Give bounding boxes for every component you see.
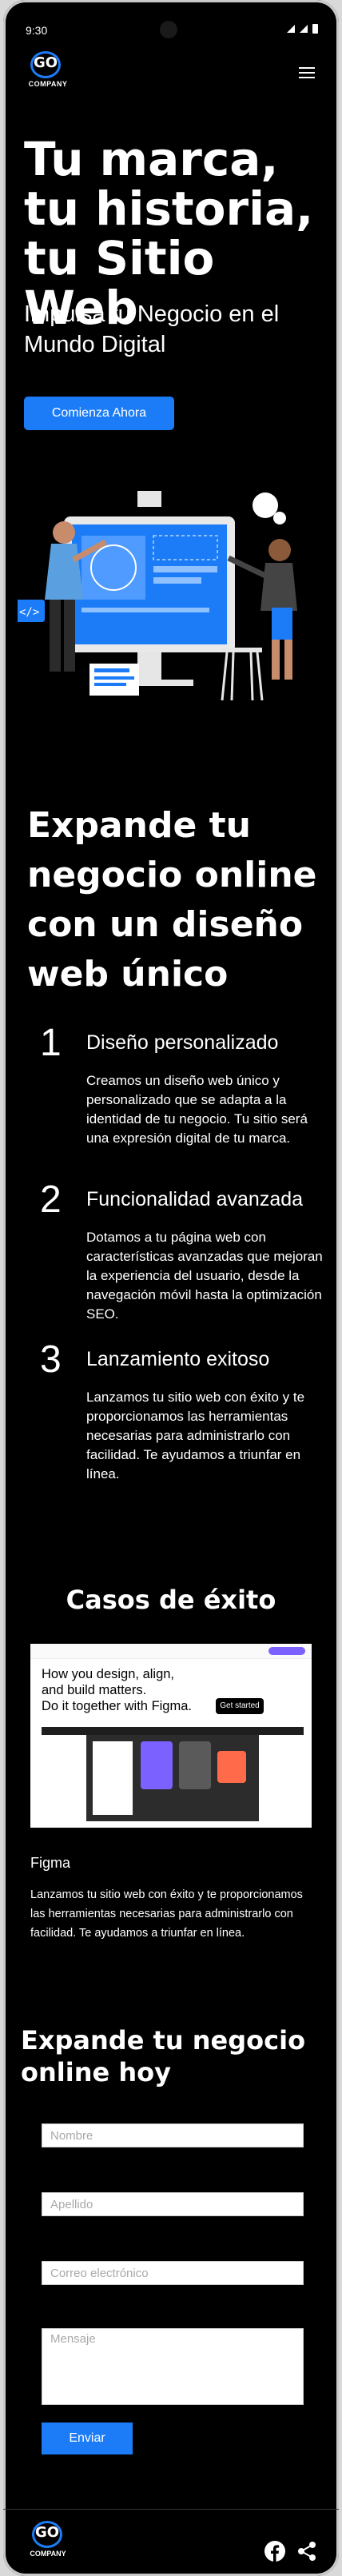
case-headline-line: and build matters. [42,1683,147,1697]
facebook-icon[interactable] [264,2540,286,2562]
feature-number: 2 [40,1178,62,1221]
case-headline: How you design, align, and build matters… [42,1666,192,1714]
footer-logo[interactable]: GO COMPANY [24,2521,72,2561]
case-headline-line: How you design, align, [42,1667,175,1681]
svg-text:</>: </> [19,606,39,619]
case-get-started: Get started [216,1698,264,1714]
feature-number: 1 [40,1022,62,1064]
feature-description: Creamos un diseño web único y personaliz… [86,1073,308,1146]
cases-title: Casos de éxito [66,1585,276,1615]
case-name: Figma [30,1855,71,1871]
camera-cutout [160,21,177,38]
status-bar: 9:30 [3,0,339,51]
expand-title: Expande tu negocio online con un diseño … [27,805,317,995]
case-screenshot[interactable]: How you design, align, and build matters… [30,1644,312,1828]
brand-logo[interactable]: GO COMPANY [24,51,72,88]
feature-title: Diseño personalizado [86,1031,279,1054]
surname-input[interactable] [42,2192,304,2216]
case-headline-line: Do it together with Figma. [42,1699,192,1713]
contact-title: Expande tu negocio online hoy [21,2025,306,2088]
feature-title: Lanzamiento exitoso [86,1348,270,1370]
case-editor-mock [42,1727,304,1821]
hero-title-line: Tu marca, [24,132,279,186]
hero-title-line: tu historia, [24,181,314,236]
logo-company: COMPANY [28,80,68,88]
signal-icon [300,25,308,33]
name-input[interactable] [42,2123,304,2147]
status-time: 9:30 [26,24,48,37]
cta-button[interactable]: Comienza Ahora [24,397,174,430]
submit-button[interactable]: Enviar [42,2422,133,2454]
site-header: GO COMPANY [3,51,339,96]
battery-icon [312,24,318,34]
menu-icon[interactable] [299,67,315,78]
message-input[interactable] [42,2328,304,2405]
site-footer: GO COMPANY [3,2509,339,2576]
web-design-illustration: </> [18,491,297,701]
feature-number: 3 [40,1338,62,1381]
footer-logo-text: GO [34,2524,60,2541]
share-icon[interactable] [296,2540,318,2562]
logo-text: GO [33,54,58,71]
case-screenshot-nav [30,1644,312,1659]
system-icons [287,24,318,34]
phone-frame: 9:30 GO COMPANY Tu marca, tu historia, t… [3,0,339,2576]
wifi-icon [287,25,295,33]
case-nav-button [268,1647,305,1655]
footer-company: COMPANY [30,2550,66,2558]
email-input[interactable] [42,2261,304,2285]
feature-description: Lanzamos tu sitio web con éxito y te pro… [86,1390,305,1481]
hero-subtitle: Impulsa tu Negocio en el Mundo Digital [24,301,280,357]
feature-description: Dotamos a tu página web con característi… [86,1230,323,1322]
feature-title: Funcionalidad avanzada [86,1188,304,1210]
case-description: Lanzamos tu sitio web con éxito y te pro… [30,1888,303,1940]
